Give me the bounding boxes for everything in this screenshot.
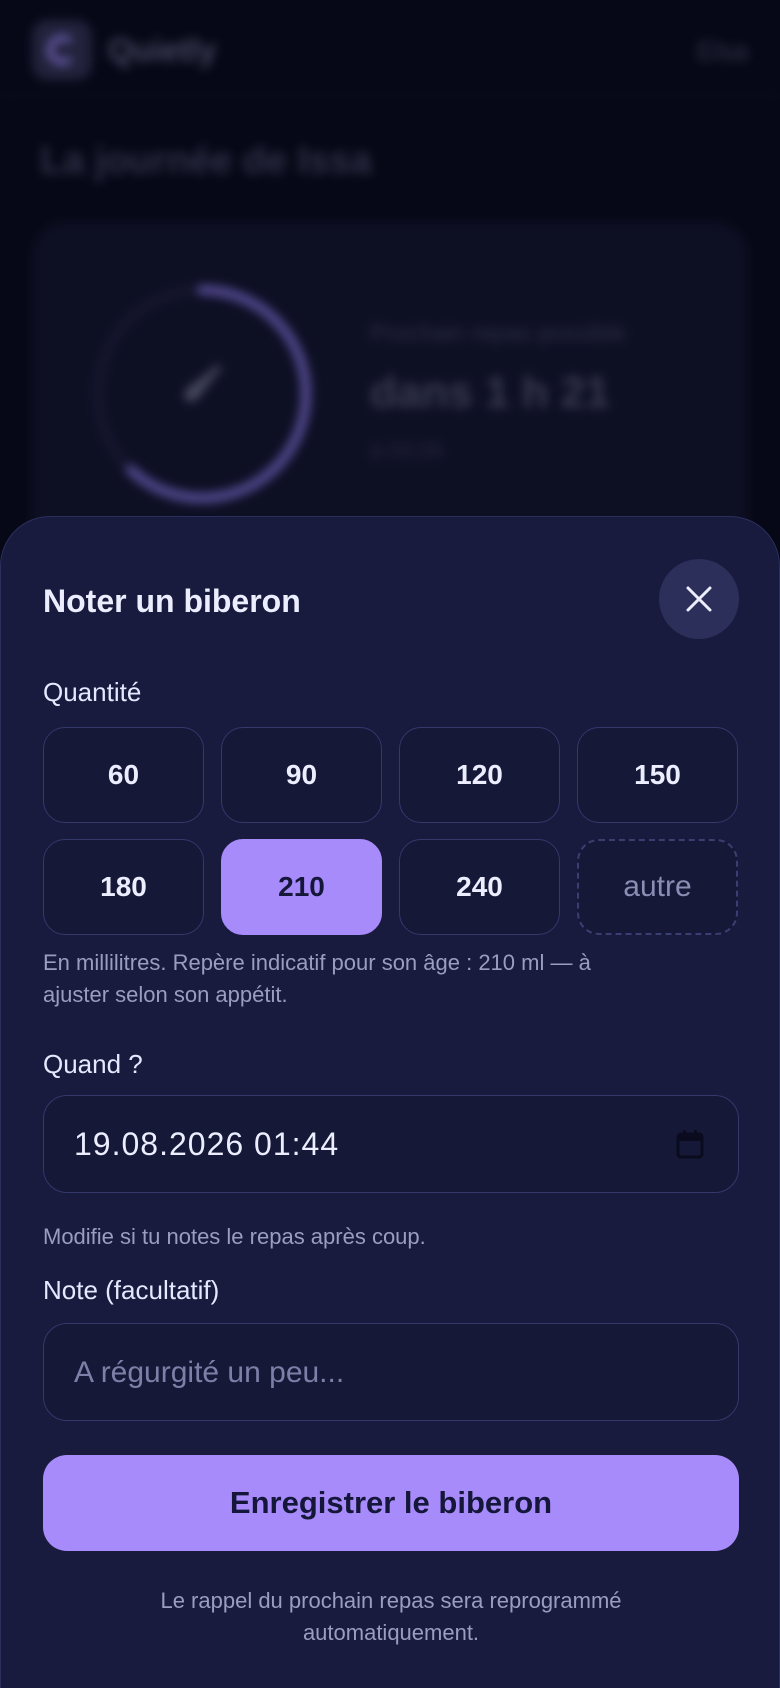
next-meal-time: à 03:05 (370, 438, 444, 463)
app-logo (32, 20, 92, 80)
quantity-hint-line-2: ajuster selon son appétit. (43, 982, 288, 1007)
top-bar: Quietly Elsa (0, 0, 780, 96)
app-name: Quietly (108, 32, 217, 68)
next-meal-countdown: dans 1 h 21 (370, 368, 610, 417)
quantity-option-240[interactable]: 240 (399, 839, 560, 935)
note-input[interactable]: A régurgité un peu... (43, 1323, 739, 1421)
quantity-option-other[interactable]: autre (577, 839, 738, 935)
quantity-option-60[interactable]: 60 (43, 727, 204, 823)
quantity-option-120[interactable]: 120 (399, 727, 560, 823)
logo-ring-icon (47, 35, 77, 65)
when-hint: Modifie si tu notes le repas après coup. (43, 1224, 426, 1249)
when-label: Quand ? (43, 1049, 143, 1079)
calendar-icon[interactable] (676, 1129, 704, 1159)
close-icon (686, 586, 712, 612)
quantity-option-150[interactable]: 150 (577, 727, 738, 823)
quantity-option-210-selected[interactable]: 210 (221, 839, 382, 935)
quantity-hint-line-1: En millilitres. Repère indicatif pour so… (43, 950, 591, 975)
quantity-option-180[interactable]: 180 (43, 839, 204, 935)
page-title: La journée de Issa (40, 140, 372, 182)
next-meal-label: Prochain repas possible (370, 320, 627, 347)
reminder-note: Le rappel du prochain repas sera reprogr… (101, 1585, 681, 1649)
save-bottle-button[interactable]: Enregistrer le biberon (43, 1455, 739, 1551)
bottle-icon (184, 364, 222, 402)
log-bottle-sheet: Noter un biberon Quantité 60 90 120 150 … (0, 516, 780, 1688)
close-button[interactable] (659, 559, 739, 639)
reminder-note-line-2: automatiquement. (302, 1620, 480, 1645)
user-name: Elsa (697, 36, 748, 66)
sheet-title: Noter un biberon (43, 583, 301, 619)
note-placeholder: A régurgité un peu... (74, 1356, 345, 1389)
reminder-note-line-1: Le rappel du prochain repas sera reprogr… (160, 1588, 622, 1613)
quantity-option-90[interactable]: 90 (221, 727, 382, 823)
datetime-input[interactable]: 19.08.2026 01:44 (43, 1095, 739, 1193)
note-label: Note (facultatif) (43, 1275, 220, 1305)
datetime-value: 19.08.2026 01:44 (74, 1126, 340, 1162)
quantity-label: Quantité (43, 677, 142, 707)
quantity-hint: En millilitres. Repère indicatif pour so… (43, 947, 591, 1011)
